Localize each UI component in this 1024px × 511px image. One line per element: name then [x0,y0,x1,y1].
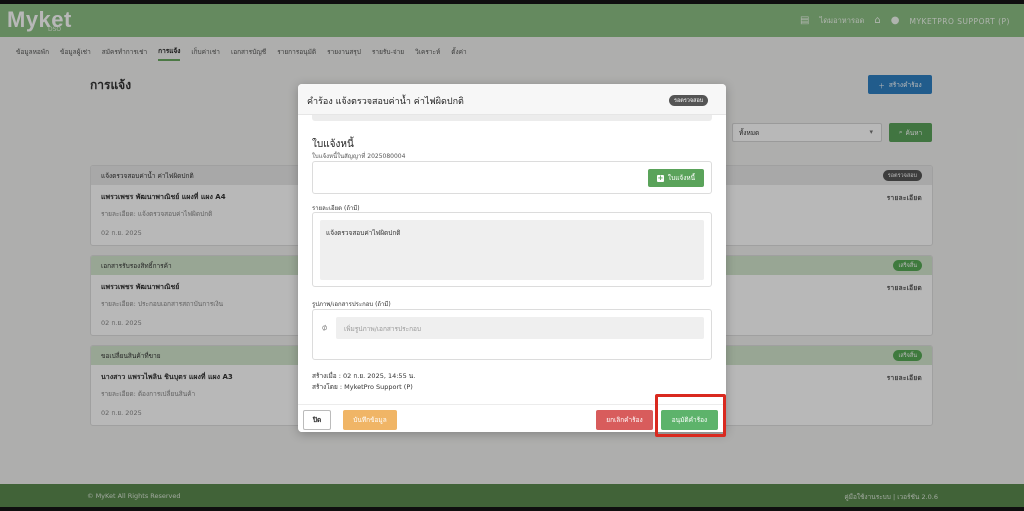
invoice-subtitle: ใบแจ้งหนี้ในสัญญาที่ 2025080004 [312,153,406,160]
attachments-box: ⌀ เพิ่มรูปภาพ/เอกสารประกอบ [312,309,712,360]
app-screen: Myket DSO ▤ ไดมอาหารอด ⌂ ● MYKETPRO SUPP… [0,4,1024,507]
attachments-label: รูปภาพ/เอกสารประกอบ (ถ้ามี) [312,301,391,308]
attachment-input[interactable]: เพิ่มรูปภาพ/เอกสารประกอบ [336,317,704,339]
invoice-title: ใบแจ้งหนี้ [312,139,354,150]
created-at: สร้างเมื่อ : 02 ก.ย. 2025, 14:55 น. [312,372,416,380]
request-modal: คำร้อง แจ้งตรวจสอบค่าน้ำ ค่าไฟผิดปกติ รอ… [298,84,726,432]
highlight-box [655,394,726,437]
invoice-button-label: ใบแจ้งหนี้ [667,174,696,182]
invoice-box: + ใบแจ้งหนี้ [312,161,712,194]
paperclip-icon[interactable]: ⌀ [320,322,330,333]
modal-header: คำร้อง แจ้งตรวจสอบค่าน้ำ ค่าไฟผิดปกติ รอ… [298,84,726,115]
invoice-button[interactable]: + ใบแจ้งหนี้ [648,169,704,187]
modal-title: คำร้อง แจ้งตรวจสอบค่าน้ำ ค่าไฟผิดปกติ [307,97,464,107]
cancel-request-button[interactable]: ยกเลิกคำร้อง [596,410,653,430]
close-button[interactable]: ปิด [303,410,331,430]
details-box: แจ้งตรวจสอบค่าไฟผิดปกติ [312,212,712,287]
modal-status-badge: รอตรวจสอบ [669,95,709,106]
save-button[interactable]: บันทึกข้อมูล [343,410,397,430]
created-by: สร้างโดย : MyketPro Support (P) [312,383,413,391]
plus-icon: + [656,173,664,182]
scroll-fade [312,115,712,121]
details-textarea[interactable]: แจ้งตรวจสอบค่าไฟผิดปกติ [320,220,704,280]
